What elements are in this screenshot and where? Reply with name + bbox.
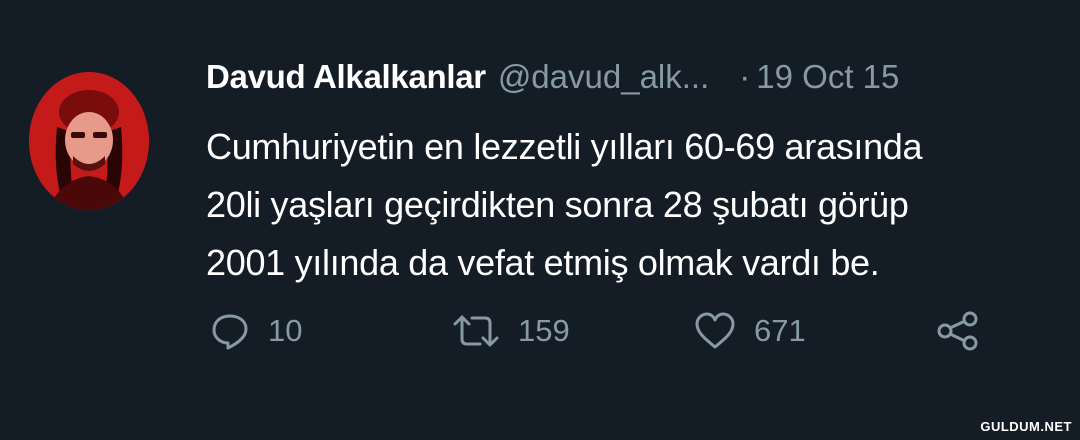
tweet-text-line: 2001 yılında da vefat etmiş olmak vardı … <box>206 242 880 283</box>
tweet-text-line: Cumhuriyetin en lezzetli yılları 60-69 a… <box>206 126 923 167</box>
retweet-button[interactable]: 159 <box>452 306 570 356</box>
author-name[interactable]: Davud Alkalkanlar <box>206 58 486 96</box>
author-handle[interactable]: @davud_alk... <box>498 58 709 96</box>
tweet-actions: 10 159 671 <box>206 306 986 356</box>
header-separator: · <box>739 58 751 95</box>
reply-icon <box>212 314 248 350</box>
avatar-portrait-icon <box>29 72 149 210</box>
avatar[interactable] <box>29 72 149 210</box>
heart-icon <box>695 312 735 349</box>
share-button[interactable] <box>936 306 980 356</box>
retweet-icon <box>453 315 499 347</box>
watermark: GULDUM.NET <box>980 419 1072 434</box>
retweet-count: 159 <box>518 313 570 348</box>
reply-button[interactable]: 10 <box>210 306 302 356</box>
tweet-timestamp[interactable]: 19 Oct 15 <box>756 58 899 96</box>
tweet-text: Cumhuriyetin en lezzetli yılları 60-69 a… <box>206 118 1066 292</box>
tweet-text-line: 20li yaşları geçirdikten sonra 28 şubatı… <box>206 184 909 225</box>
tweet-card: Davud Alkalkanlar @davud_alk... · 19 Oct… <box>0 0 1080 440</box>
like-count: 671 <box>754 313 806 348</box>
like-button[interactable]: 671 <box>694 306 806 356</box>
share-icon <box>937 311 978 351</box>
reply-count: 10 <box>268 313 303 348</box>
tweet-header: Davud Alkalkanlar @davud_alk... · 19 Oct… <box>206 58 899 102</box>
